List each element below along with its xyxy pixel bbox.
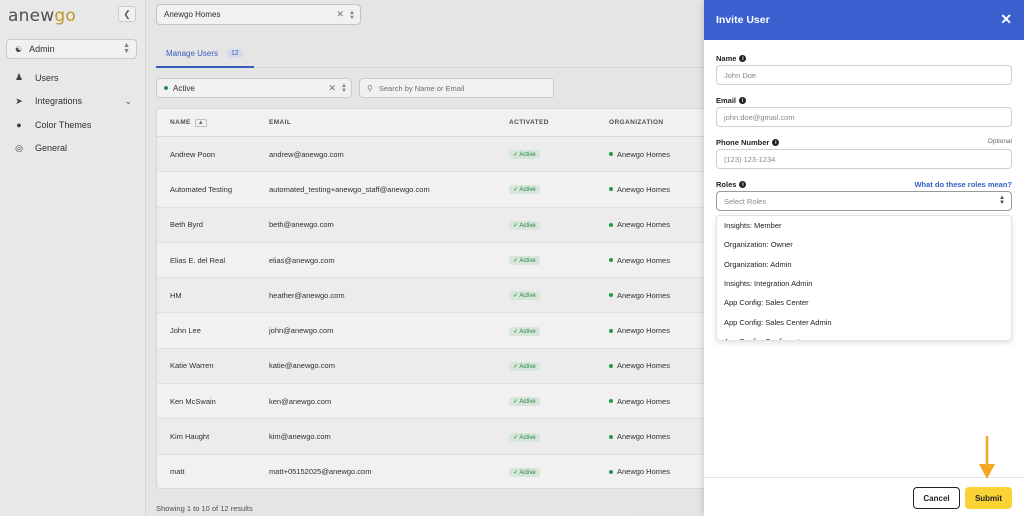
role-option[interactable]: Insights: Member xyxy=(717,216,1011,235)
roles-select-placeholder: Select Roles xyxy=(724,196,767,206)
role-option[interactable]: App Config: Configurator xyxy=(717,332,1011,340)
info-icon[interactable]: i xyxy=(739,181,747,188)
arrow-down-icon xyxy=(979,436,995,479)
roles-help-link[interactable]: What do these roles mean? xyxy=(914,180,1012,189)
role-option[interactable]: Insights: Integration Admin xyxy=(717,274,1011,293)
optional-hint: Optional xyxy=(987,138,1012,145)
name-label: Name i xyxy=(716,54,747,63)
submit-button[interactable]: Submit xyxy=(965,487,1012,509)
panel-header: Invite User ✕ xyxy=(704,0,1024,40)
phone-label: Phone Number i xyxy=(716,138,780,147)
name-field[interactable] xyxy=(716,65,1012,85)
role-option[interactable]: Organization: Admin xyxy=(717,255,1011,274)
invite-user-panel: Invite User ✕ Namei Emaili Phone Numberi… xyxy=(704,0,1024,516)
info-icon[interactable]: i xyxy=(739,97,747,104)
role-option[interactable]: App Config: Sales Center Admin xyxy=(717,312,1011,331)
role-option[interactable]: Organization: Owner xyxy=(717,235,1011,254)
close-icon[interactable]: ✕ xyxy=(1000,11,1012,27)
roles-select[interactable]: Select Roles ▲ ▼ xyxy=(716,191,1012,211)
panel-footer: Cancel Submit xyxy=(704,477,1024,516)
info-icon[interactable]: i xyxy=(772,139,780,146)
info-icon[interactable]: i xyxy=(739,55,747,62)
panel-title: Invite User xyxy=(716,14,770,26)
roles-dropdown: Insights: Member Organization: Owner Organ… xyxy=(716,215,1012,341)
modal-backdrop[interactable] xyxy=(0,0,704,516)
email-field[interactable] xyxy=(716,107,1012,127)
cancel-button[interactable]: Cancel xyxy=(913,487,960,509)
updown-chevron-icon: ▲ ▼ xyxy=(999,195,1005,206)
phone-field[interactable] xyxy=(716,149,1012,169)
role-option[interactable]: App Config: Sales Center xyxy=(717,293,1011,312)
email-label: Email i xyxy=(716,96,747,105)
roles-label: Roles i xyxy=(716,180,747,189)
